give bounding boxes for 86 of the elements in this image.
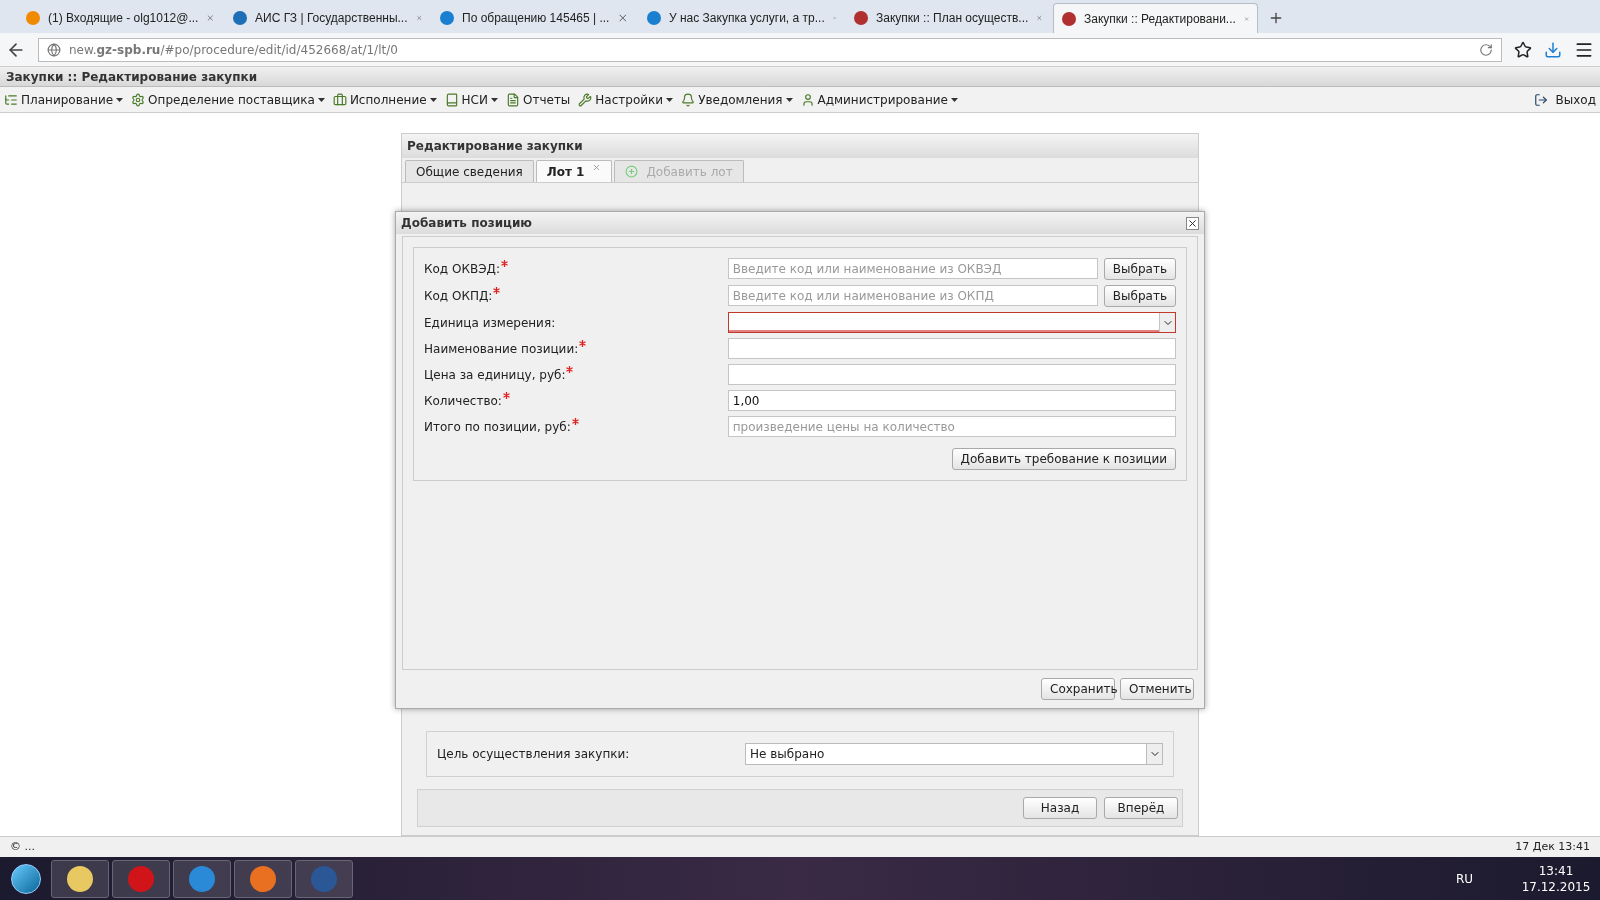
taskbar-app-icon[interactable] (51, 859, 109, 898)
menu-icon (444, 92, 459, 107)
caret-icon[interactable] (317, 97, 325, 102)
tab-title: Закупки :: План осуществ... (876, 10, 1029, 27)
menu-item[interactable]: НСИ (461, 90, 488, 109)
menu-item[interactable]: Администрирование (817, 90, 948, 109)
browser-tab[interactable]: Закупки :: Редактировани... (1053, 3, 1258, 33)
menu-item[interactable]: Планирование (21, 90, 114, 109)
menu-item[interactable]: Отчеты (522, 90, 571, 109)
site-icon (854, 11, 868, 25)
menu-icon (800, 92, 815, 107)
menu-icon (505, 92, 520, 107)
menu-item[interactable]: Исполнение (349, 90, 427, 109)
exit-icon (1533, 92, 1548, 107)
field-label: Код ОКПД: (424, 288, 493, 305)
browser-tab[interactable]: Закупки :: План осуществ... (846, 3, 1051, 33)
clock-date: 17.12.2015 (1521, 878, 1591, 895)
field-label: Цена за единицу, руб: (424, 366, 566, 384)
logout-button[interactable]: Выход (1555, 90, 1596, 109)
input-field[interactable]: 1,00 (727, 390, 1176, 411)
bookmark-icon[interactable] (1514, 40, 1532, 59)
menu-icon (681, 92, 696, 107)
field-label: Код ОКВЭД: (424, 261, 500, 278)
field-label: Цель осуществления закупки: (437, 746, 631, 763)
tab-title: По обращению 145465 | ... (462, 10, 610, 27)
browser-tab[interactable]: По обращению 145465 | ... (432, 3, 637, 33)
input-field[interactable] (727, 338, 1176, 359)
browser-tab[interactable]: У нас Закупка услуги, а тр... (639, 3, 844, 33)
input-field[interactable]: Введите код или наименование из ОКПД (727, 285, 1098, 306)
tab-title: АИС ГЗ | Государственны... (255, 10, 408, 27)
caret-icon[interactable] (666, 97, 674, 102)
tab-title: У нас Закупка услуги, а тр... (669, 10, 825, 27)
add-icon (625, 165, 639, 178)
menu-item[interactable]: Настройки (595, 90, 664, 109)
clock-time: 13:41 (1538, 862, 1574, 879)
caret-icon[interactable] (785, 97, 793, 102)
panel-header: Редактирование закупки (402, 134, 1198, 158)
input-field[interactable] (727, 364, 1176, 385)
field-label: Наименование позиции: (424, 340, 579, 358)
app-title: Закупки :: Редактирование закупки (6, 68, 258, 86)
caret-icon[interactable] (950, 97, 958, 102)
menu-icon (4, 92, 18, 107)
status-date: 17 Дек 13:41 (1515, 838, 1590, 855)
field-label: Количество: (424, 392, 502, 410)
tab-title: (1) Входящие - olg1012@... (48, 10, 199, 27)
browser-tab[interactable]: АИС ГЗ | Государственны... (225, 3, 430, 33)
download-icon[interactable] (1544, 40, 1562, 59)
globe-icon (47, 42, 61, 57)
input-field[interactable]: Введите код или наименование из ОКВЭД (727, 258, 1098, 279)
dialog-button[interactable]: Сохранить (1041, 678, 1115, 700)
taskbar-app-icon[interactable] (173, 859, 231, 898)
select-button[interactable]: Выбрать (1103, 285, 1176, 307)
site-icon (26, 11, 40, 25)
dialog-button[interactable]: Отменить (1120, 678, 1194, 700)
field-label: Итого по позиции, руб: (424, 418, 571, 436)
dropdown-field[interactable] (727, 312, 1176, 333)
menu-icon (578, 92, 593, 107)
tab[interactable]: Лот 1 (535, 160, 613, 182)
field-label: Единица измерения: (424, 314, 556, 332)
input-field[interactable]: произведение цены на количество (727, 416, 1176, 437)
site-icon (440, 11, 454, 25)
tab-title: Закупки :: Редактировани... (1084, 10, 1236, 28)
nav-button[interactable]: Вперёд (1104, 797, 1178, 819)
menu-icon (332, 92, 347, 107)
nav-button[interactable]: Назад (1023, 797, 1097, 819)
caret-icon[interactable] (116, 97, 124, 102)
site-icon (233, 11, 247, 25)
language-indicator[interactable]: RU (1455, 869, 1473, 888)
menu-item[interactable]: Определение поставщика (148, 90, 315, 109)
reload-icon[interactable] (1479, 42, 1493, 57)
status-text: © ... (10, 838, 36, 855)
browser-tab[interactable]: (1) Входящие - olg1012@... (18, 3, 223, 33)
dialog-title: Добавить позицию (401, 215, 533, 232)
tab[interactable]: Общие сведения (405, 160, 534, 182)
menu-icon (131, 92, 146, 107)
caret-icon[interactable] (429, 97, 437, 102)
site-icon (1062, 11, 1076, 26)
add-requirement-button[interactable]: Добавить требование к позиции (951, 448, 1176, 470)
new-tab-icon[interactable] (1268, 10, 1284, 26)
caret-icon[interactable] (490, 97, 498, 102)
taskbar-app-icon[interactable] (234, 859, 292, 898)
site-icon (647, 11, 661, 25)
select-button[interactable]: Выбрать (1103, 258, 1176, 280)
close-icon[interactable] (1186, 216, 1199, 230)
menu-item[interactable]: Уведомления (698, 90, 783, 109)
dropdown-field[interactable]: Не выбрано (745, 743, 1163, 765)
